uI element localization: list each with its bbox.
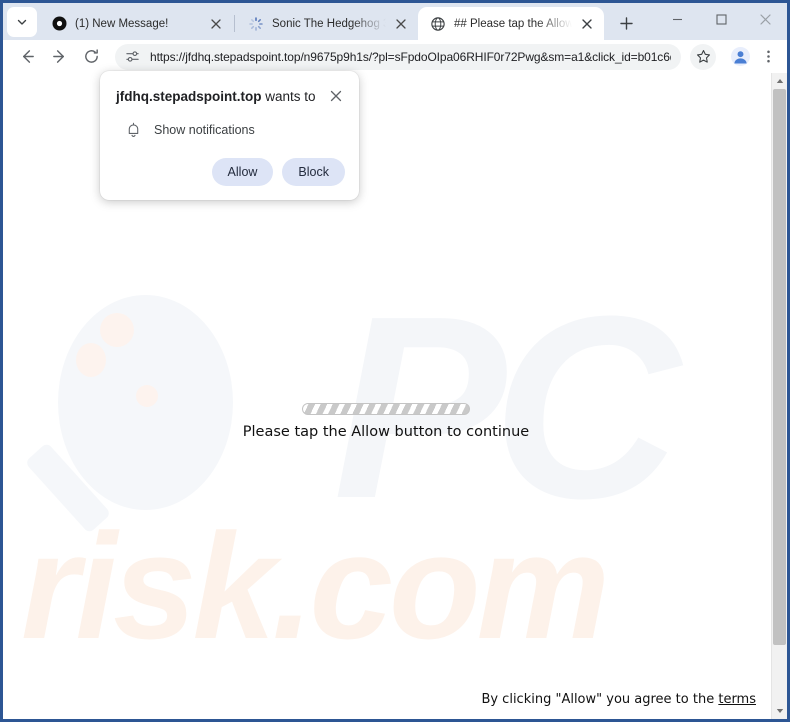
dialog-actions: Allow Block (116, 157, 345, 186)
tab-title: (1) New Message! (75, 17, 169, 30)
page-footer: By clicking "Allow" you agree to the ter… (481, 692, 756, 707)
striped-progress-bar (302, 403, 470, 415)
terms-link[interactable]: terms (718, 692, 756, 707)
three-dot-menu-icon[interactable] (757, 44, 779, 70)
maximize-button[interactable] (699, 3, 743, 36)
tab-strip: (1) New Message! Sonic The Hedgehog ## P… (3, 3, 787, 40)
browser-window: (1) New Message! Sonic The Hedgehog ## P… (0, 0, 790, 722)
reload-icon[interactable] (77, 43, 105, 71)
dialog-origin: jfdhq.stepadspoint.top (116, 89, 262, 104)
allow-button[interactable]: Allow (211, 157, 274, 186)
black-circle-dot-icon (51, 16, 67, 32)
dialog-header: jfdhq.stepadspoint.top wants to (116, 87, 345, 106)
forward-arrow-icon[interactable] (45, 43, 73, 71)
browser-tab-new-message[interactable]: (1) New Message! (39, 7, 233, 40)
tab-search-chevron-down-icon[interactable] (7, 7, 37, 37)
browser-tab-please-tap-allow[interactable]: ## Please tap the Allow button (418, 7, 604, 40)
scroll-down-arrow-icon[interactable] (772, 703, 787, 719)
back-arrow-icon[interactable] (13, 43, 41, 71)
tune-site-settings-icon[interactable] (123, 48, 141, 66)
profile-avatar-icon[interactable] (727, 44, 753, 70)
dialog-title-suffix: wants to (261, 89, 316, 104)
watermark-risk-text: risk.com (21, 502, 610, 670)
close-icon[interactable] (578, 15, 596, 33)
tab-title: ## Please tap the Allow button (454, 17, 572, 30)
close-icon[interactable] (327, 87, 345, 105)
tab-divider (234, 15, 235, 32)
address-bar[interactable]: https://jfdhq.stepadspoint.top/n9675p9h1… (115, 43, 681, 70)
address-bar-url: https://jfdhq.stepadspoint.top/n9675p9h1… (150, 49, 671, 64)
block-button[interactable]: Block (282, 157, 345, 186)
minimize-button[interactable] (655, 3, 699, 36)
close-icon[interactable] (392, 15, 410, 33)
permission-request-row: Show notifications (116, 122, 345, 139)
close-icon[interactable] (207, 15, 225, 33)
page-scrollbar[interactable] (771, 73, 787, 719)
browser-toolbar: https://jfdhq.stepadspoint.top/n9675p9h1… (3, 40, 787, 73)
page-content: Please tap the Allow button to continue (3, 403, 769, 440)
window-controls (655, 3, 787, 36)
new-tab-plus-icon[interactable] (612, 9, 640, 37)
dialog-title: jfdhq.stepadspoint.top wants to (116, 87, 321, 106)
permission-request-label: Show notifications (154, 123, 255, 138)
notification-permission-dialog: jfdhq.stepadspoint.top wants to Show not… (100, 71, 359, 200)
page-footer-text: By clicking "Allow" you agree to the (481, 692, 719, 707)
page-message: Please tap the Allow button to continue (242, 424, 530, 440)
loading-spinner-icon (248, 16, 264, 32)
scroll-up-arrow-icon[interactable] (772, 73, 787, 89)
scrollbar-thumb[interactable] (773, 89, 786, 645)
tab-title: Sonic The Hedgehog 3 (2024).m (272, 17, 386, 30)
browser-tab-sonic-hedgehog[interactable]: Sonic The Hedgehog 3 (2024).m (236, 7, 418, 40)
close-window-button[interactable] (743, 3, 787, 36)
globe-icon (430, 16, 446, 32)
bell-icon (125, 122, 142, 139)
bookmark-star-icon[interactable] (690, 43, 716, 70)
